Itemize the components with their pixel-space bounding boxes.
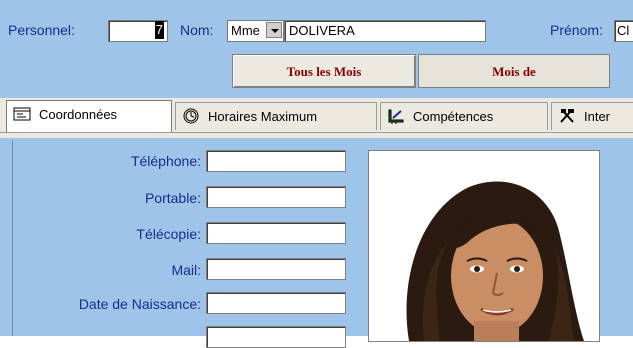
tab-strip: Coordonnées Horaires Maximum Compétences… [0,98,633,138]
tab-label: Coordonnées [39,107,118,122]
telephone-field[interactable] [206,150,346,172]
nom-field[interactable]: DOLIVERA [284,20,486,42]
civilite-select[interactable]: Mme [227,20,284,42]
extra-field[interactable] [206,326,346,348]
portable-field[interactable] [206,186,346,208]
ruler-icon [388,109,404,124]
tab-label: Horaires Maximum [208,109,318,124]
naissance-label: Date de Naissance: [78,296,201,312]
nom-value: DOLIVERA [289,23,355,38]
mail-label: Mail: [171,262,201,278]
person-photo-image [369,151,599,341]
personnel-field[interactable]: 7 [108,20,168,42]
header-row: Personnel: 7 Nom: Mme DOLIVERA Prénom: C… [0,18,633,48]
tab-divider [0,132,633,133]
civilite-value: Mme [231,23,260,38]
prenom-value: Cl [617,23,630,38]
tab-horaires[interactable]: Horaires Maximum [175,102,377,130]
tab-inter[interactable]: Inter [551,102,633,130]
personnel-label: Personnel: [8,22,75,38]
tools-icon [560,109,574,123]
prenom-label: Prénom: [550,22,603,38]
naissance-field[interactable] [206,292,346,314]
telecopie-field[interactable] [206,222,346,244]
telecopie-label: Télécopie: [136,226,201,242]
personnel-value: 7 [154,21,164,39]
portable-label: Portable: [144,190,201,206]
coordonnees-panel: Téléphone: Portable: Télécopie: Mail: Da… [12,140,633,348]
telephone-label: Téléphone: [130,153,201,169]
card-icon [13,107,31,121]
nom-label: Nom: [180,22,214,38]
tab-coordonnees[interactable]: Coordonnées [6,100,172,132]
person-photo [368,150,600,342]
tab-label: Compétences [413,109,494,124]
month-button[interactable]: Mois de [418,54,610,88]
tab-label: Inter [584,109,611,124]
clock-icon [183,108,199,124]
tab-competences[interactable]: Compétences [380,102,548,130]
chevron-down-icon[interactable] [266,22,282,38]
prenom-field[interactable]: Cl [614,20,633,42]
all-months-button[interactable]: Tous les Mois [232,54,416,88]
mail-field[interactable] [206,258,346,280]
